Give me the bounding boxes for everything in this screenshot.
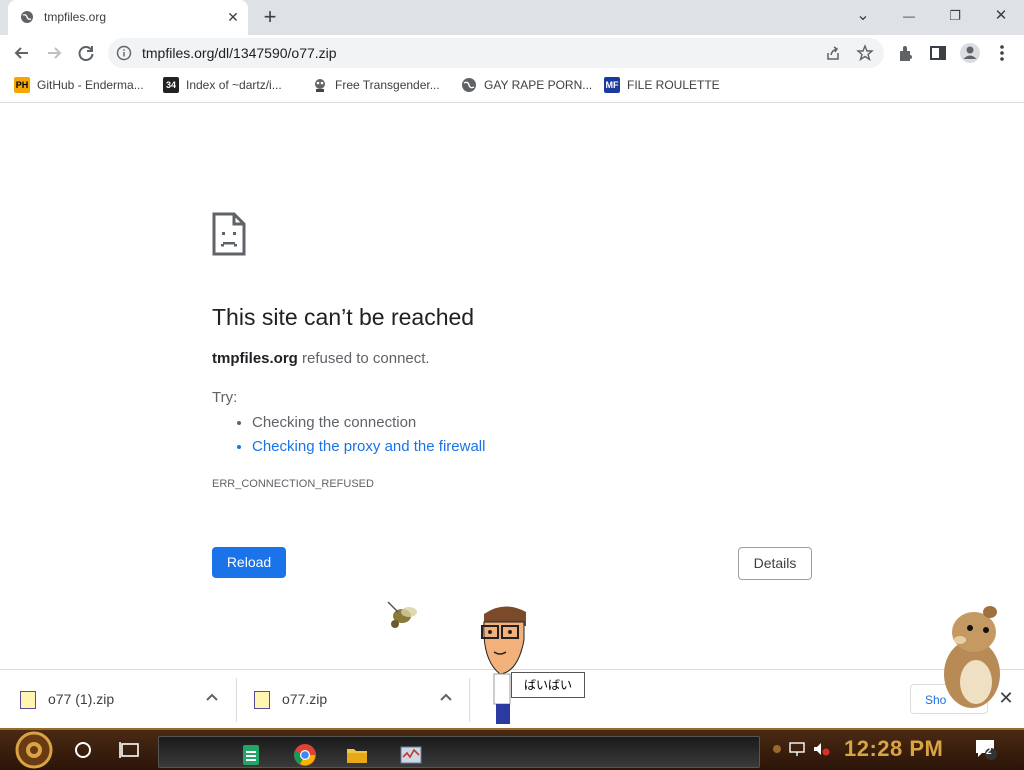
new-tab-button[interactable]: + bbox=[258, 6, 282, 30]
bookmark-gay-rape-porn[interactable]: GAY RAPE PORN... bbox=[461, 77, 592, 95]
hamster-pet bbox=[944, 606, 1000, 708]
taskbar: 12:28 PM 2 bbox=[0, 728, 1024, 770]
minimize-button[interactable]: — bbox=[894, 5, 924, 27]
index-icon: 34 bbox=[163, 77, 179, 93]
search-cortana-icon[interactable] bbox=[72, 734, 94, 766]
sad-page-icon bbox=[212, 212, 246, 256]
tab-search-icon[interactable]: ⌄ bbox=[848, 5, 878, 27]
tab-close-icon[interactable]: ✕ bbox=[224, 8, 242, 26]
chevron-up-icon[interactable] bbox=[204, 690, 220, 706]
error-host: tmpfiles.org bbox=[212, 350, 298, 367]
chrome-app-icon[interactable] bbox=[293, 743, 317, 767]
bookmark-file-roulette[interactable]: MF FILE ROULETTE bbox=[604, 77, 720, 95]
reload-icon[interactable] bbox=[72, 39, 100, 67]
chevron-up-icon[interactable] bbox=[438, 690, 454, 706]
bookmark-index-of[interactable]: 34 Index of ~dartz/i... bbox=[163, 77, 282, 95]
info-icon[interactable] bbox=[116, 45, 132, 61]
share-icon[interactable] bbox=[824, 44, 842, 62]
menu-icon[interactable] bbox=[988, 39, 1016, 67]
restore-button[interactable]: ❐ bbox=[940, 5, 970, 27]
network-icon[interactable] bbox=[788, 740, 806, 758]
suggestion-proxy-firewall-link[interactable]: Checking the proxy and the firewall bbox=[252, 435, 485, 459]
reload-button[interactable]: Reload bbox=[212, 547, 286, 578]
toolbar: tmpfiles.org/dl/1347590/o77.zip bbox=[0, 35, 1024, 71]
error-title: This site can’t be reached bbox=[212, 304, 475, 330]
profile-avatar-icon[interactable] bbox=[956, 39, 984, 67]
volume-muted-icon[interactable] bbox=[812, 740, 830, 758]
sheets-app-icon[interactable] bbox=[239, 743, 263, 767]
file-explorer-icon[interactable] bbox=[345, 743, 369, 767]
bookmark-star-icon[interactable] bbox=[856, 44, 874, 62]
side-panel-icon[interactable] bbox=[924, 39, 952, 67]
speech-bubble: ばいばい bbox=[511, 672, 585, 698]
download-filename: o77.zip bbox=[282, 691, 328, 707]
tab-strip: tmpfiles.org ✕ + ⌄ — ❐ ✕ bbox=[0, 0, 1024, 35]
bookmarks-bar: PH GitHub - Enderma... 34 Index of ~dartz/… bbox=[0, 71, 1024, 103]
error-code: ERR_CONNECTION_REFUSED bbox=[212, 478, 374, 490]
details-button[interactable]: Details bbox=[738, 547, 812, 580]
address-bar[interactable]: tmpfiles.org/dl/1347590/o77.zip bbox=[108, 38, 884, 68]
mf-icon: MF bbox=[604, 77, 620, 93]
url-text[interactable]: tmpfiles.org/dl/1347590/o77.zip bbox=[142, 45, 337, 61]
task-manager-icon[interactable] bbox=[399, 743, 423, 767]
forward-icon[interactable] bbox=[40, 39, 68, 67]
suggestion-connection: Checking the connection bbox=[252, 411, 485, 435]
download-item[interactable]: o77 (1).zip bbox=[0, 670, 236, 729]
zip-file-icon bbox=[254, 691, 270, 709]
taskbar-apps bbox=[158, 736, 760, 768]
tab-tmpfiles[interactable]: tmpfiles.org ✕ bbox=[8, 0, 248, 35]
back-icon[interactable] bbox=[8, 39, 36, 67]
hank-hill-pet bbox=[481, 606, 526, 724]
suggestions-list: Checking the connection Checking the pro… bbox=[232, 411, 485, 459]
tab-title: tmpfiles.org bbox=[44, 10, 107, 24]
globe-icon bbox=[21, 11, 33, 23]
tray-overflow-icon[interactable] bbox=[768, 740, 786, 758]
task-view-icon[interactable] bbox=[118, 734, 142, 766]
divider bbox=[469, 678, 470, 722]
flying-bug-pet bbox=[387, 601, 417, 628]
download-item[interactable]: o77.zip bbox=[234, 670, 470, 729]
zip-file-icon bbox=[20, 691, 36, 709]
error-message: tmpfiles.org refused to connect. bbox=[212, 350, 430, 367]
ph-icon: PH bbox=[14, 77, 30, 93]
bookmark-github[interactable]: PH GitHub - Enderma... bbox=[14, 77, 144, 95]
error-detail: refused to connect. bbox=[297, 350, 430, 367]
start-button-icon[interactable] bbox=[10, 730, 58, 770]
extensions-icon[interactable] bbox=[892, 39, 920, 67]
notification-count: 2 bbox=[986, 746, 992, 757]
clock[interactable]: 12:28 PM bbox=[844, 736, 943, 762]
bookmark-free-transgender[interactable]: Free Transgender... bbox=[312, 77, 440, 95]
mascot-icon bbox=[315, 79, 325, 92]
globe-icon bbox=[462, 78, 476, 92]
download-filename: o77 (1).zip bbox=[48, 691, 115, 707]
try-label: Try: bbox=[212, 389, 238, 406]
close-window-button[interactable]: ✕ bbox=[986, 5, 1016, 27]
